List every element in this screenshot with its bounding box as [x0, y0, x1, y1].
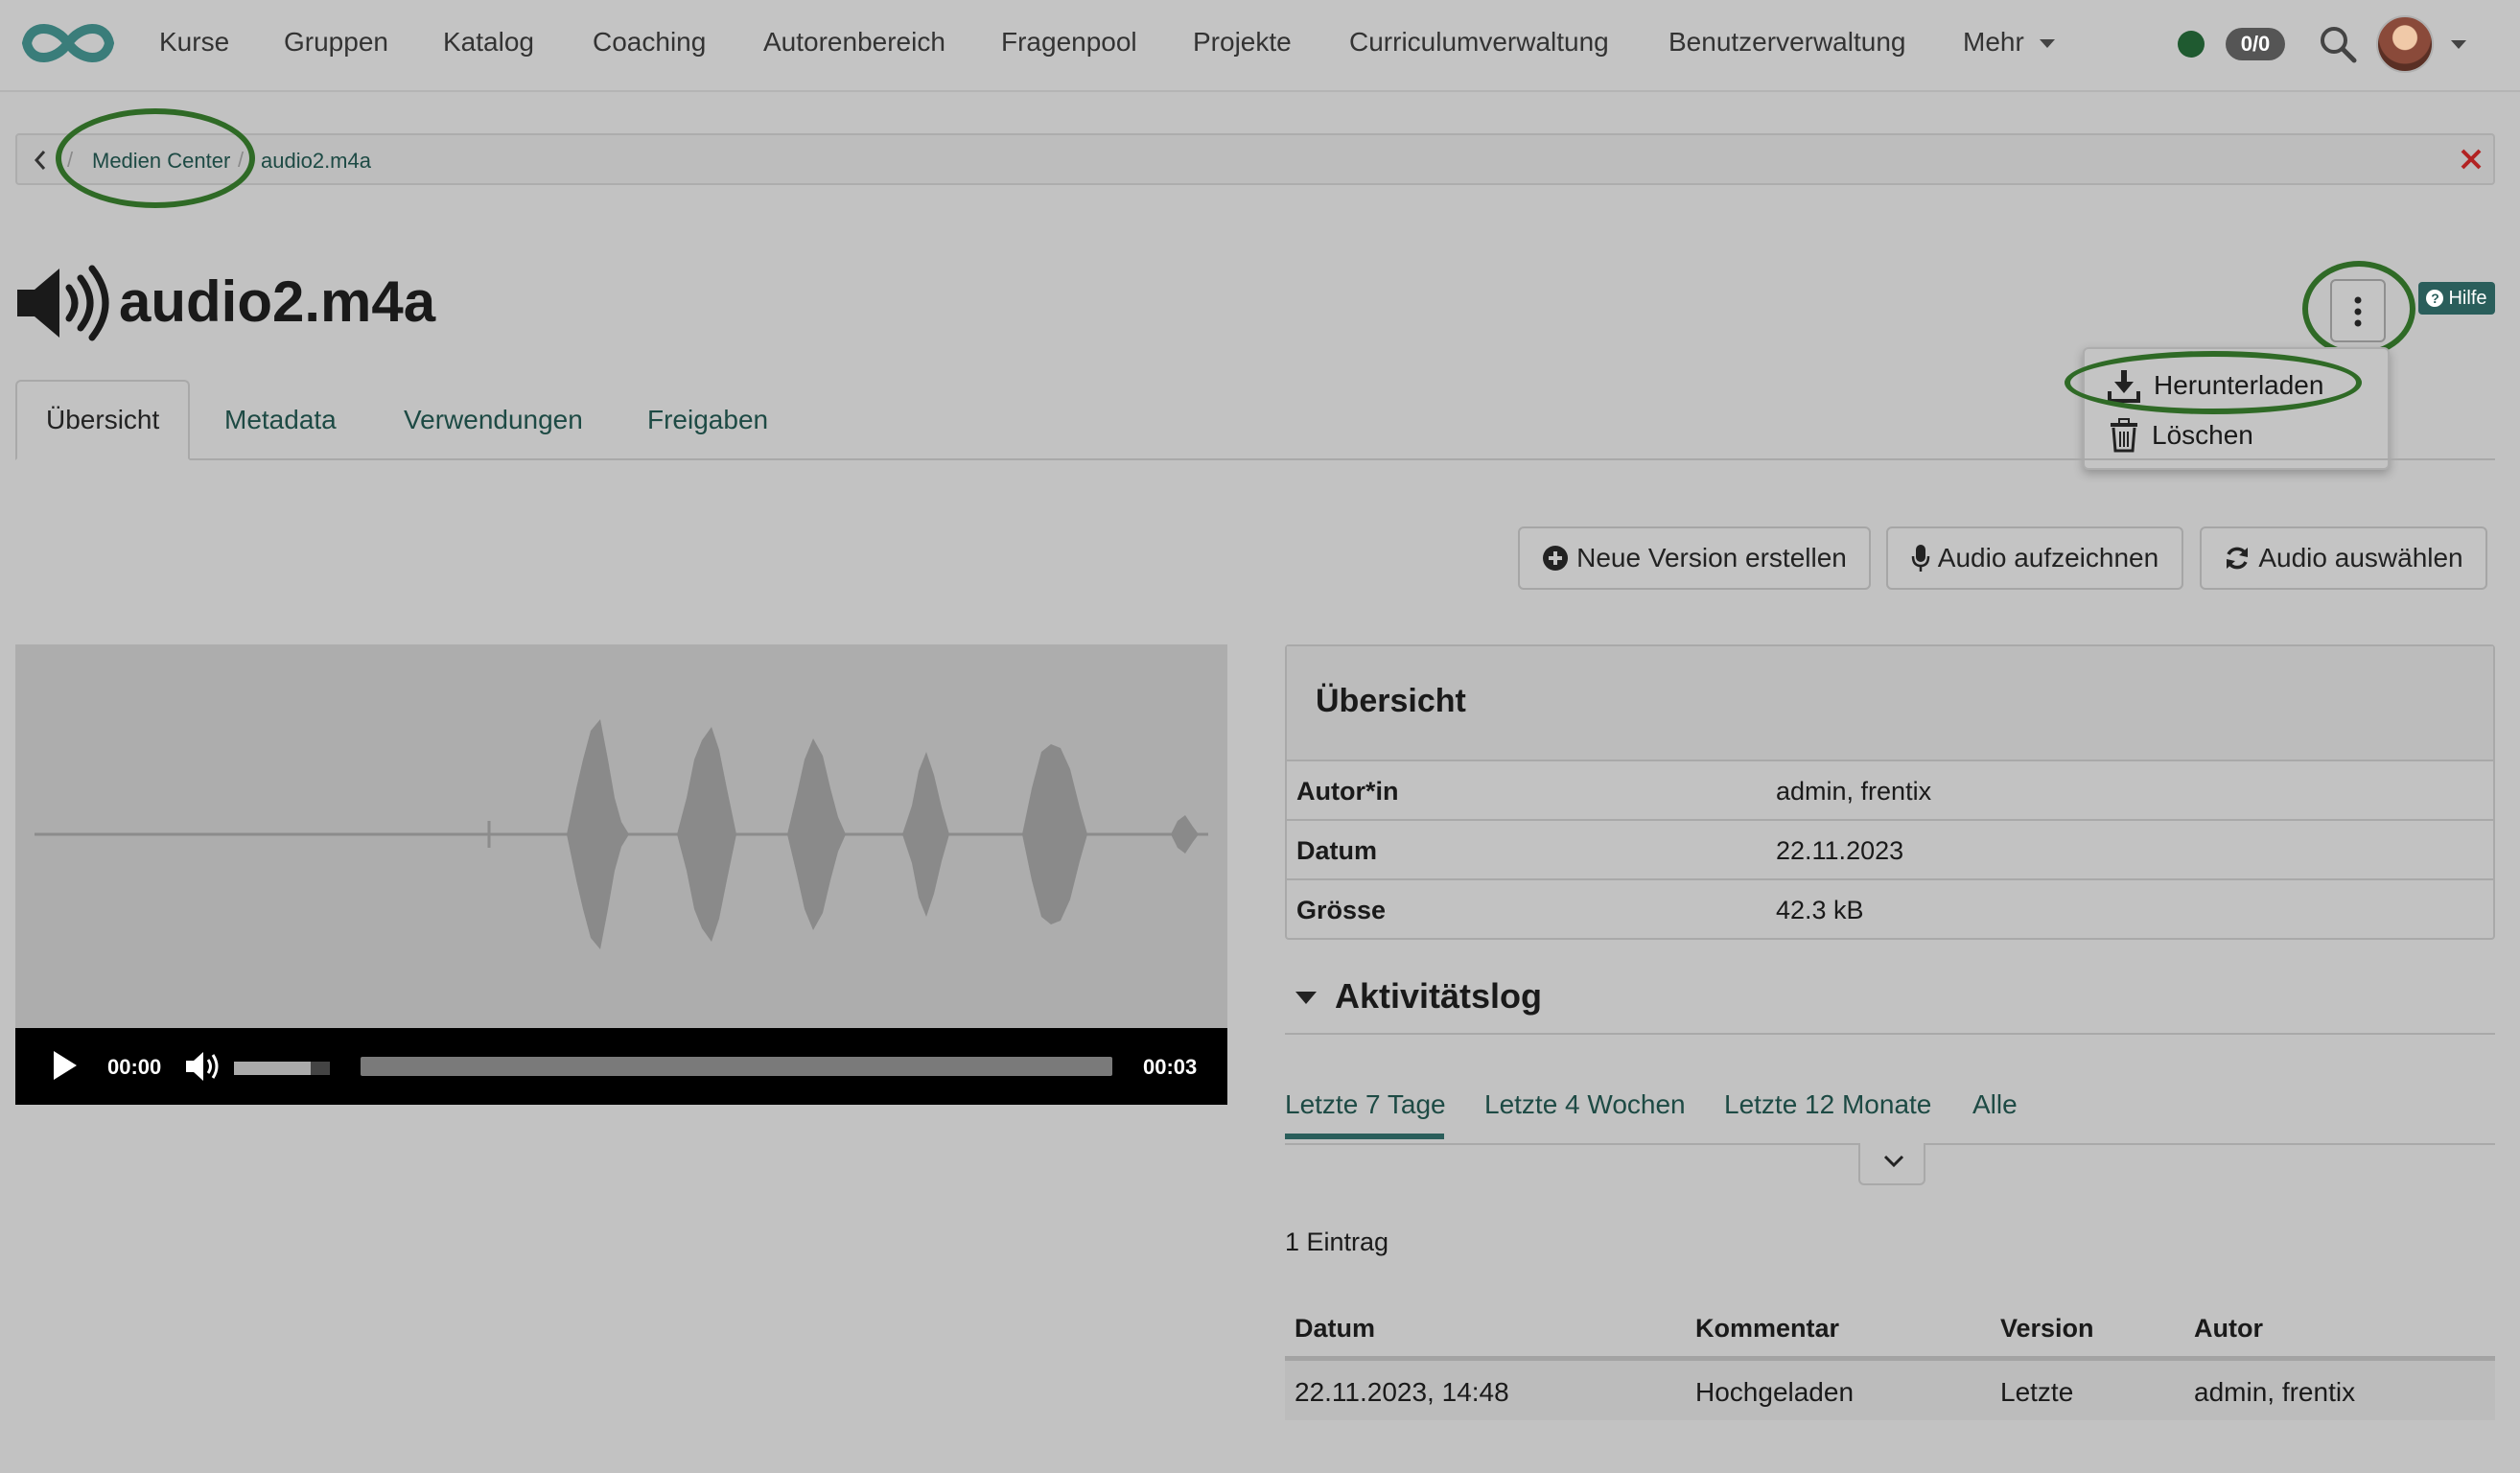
trash-icon — [2111, 418, 2137, 453]
overview-label: Datum — [1296, 836, 1378, 865]
table-cell-comment: Hochgeladen — [1695, 1377, 1855, 1407]
avatar[interactable] — [2376, 15, 2434, 73]
help-button[interactable]: ? Hilfe — [2418, 282, 2495, 315]
nav-item-curriculumverwaltung[interactable]: Curriculumverwaltung — [1349, 27, 1609, 58]
nav-item-benutzerverwaltung[interactable]: Benutzerverwaltung — [1668, 27, 1905, 58]
overview-value: admin, frentix — [1776, 777, 1932, 806]
record-audio-label: Audio aufzeichnen — [1937, 543, 2159, 573]
current-time: 00:00 — [107, 1055, 162, 1079]
close-icon[interactable] — [2459, 147, 2484, 172]
activity-log-title[interactable]: Aktivitätslog — [1335, 976, 1542, 1017]
help-label: Hilfe — [2448, 287, 2487, 309]
expand-filters-button[interactable] — [1858, 1143, 1925, 1185]
menu-item-delete[interactable]: Löschen — [2110, 416, 2253, 455]
volume-slider[interactable] — [234, 1062, 330, 1075]
status-badge[interactable]: 0/0 — [2226, 28, 2285, 60]
column-header-comment[interactable]: Kommentar — [1695, 1314, 1839, 1344]
overview-value: 22.11.2023 — [1776, 836, 1904, 865]
nav-item-katalog[interactable]: Katalog — [443, 27, 534, 58]
overview-value: 42.3 kB — [1776, 896, 1864, 924]
overview-row-size: Grösse 42.3 kB — [1285, 878, 2495, 938]
activity-divider — [1285, 1033, 2495, 1035]
chevron-down-icon — [1883, 1155, 1904, 1168]
online-status-icon[interactable] — [2178, 31, 2205, 58]
overview-label: Autor*in — [1296, 777, 1399, 806]
highlight-ring — [56, 108, 255, 208]
refresh-icon — [2227, 547, 2249, 570]
caret-down-icon — [2039, 39, 2055, 49]
page-title: audio2.m4a — [119, 269, 436, 334]
back-chevron-icon[interactable] — [33, 149, 48, 172]
nav-more-label: Mehr — [1963, 27, 2024, 57]
audio-waveform — [15, 644, 1227, 1028]
filter-tab-4-weeks[interactable]: Letzte 4 Wochen — [1484, 1089, 1686, 1120]
tab-uebersicht[interactable]: Übersicht — [46, 405, 159, 435]
new-version-button[interactable]: Neue Version erstellen — [1518, 526, 1871, 590]
volume-icon[interactable] — [184, 1049, 222, 1084]
tab-metadata[interactable]: Metadata — [224, 405, 337, 435]
question-icon: ? — [2426, 290, 2444, 307]
duration: 00:03 — [1143, 1055, 1198, 1079]
volume-slider-fill — [234, 1062, 311, 1075]
nav-item-kurse[interactable]: Kurse — [159, 27, 229, 58]
breadcrumb: / Medien Center / audio2.m4a — [15, 133, 2495, 185]
nav-item-projekte[interactable]: Projekte — [1193, 27, 1292, 58]
avatar-caret-down-icon[interactable] — [2451, 40, 2466, 49]
record-audio-button[interactable]: Audio aufzeichnen — [1886, 526, 2183, 590]
menu-item-delete-label: Löschen — [2152, 420, 2253, 450]
highlight-ring — [2065, 351, 2362, 414]
column-header-date[interactable]: Datum — [1295, 1314, 1375, 1344]
nav-item-autorenbereich[interactable]: Autorenbereich — [763, 27, 945, 58]
select-audio-label: Audio auswählen — [2258, 543, 2463, 573]
nav-item-coaching[interactable]: Coaching — [593, 27, 706, 58]
active-filter-indicator — [1285, 1134, 1444, 1139]
nav-item-gruppen[interactable]: Gruppen — [284, 27, 388, 58]
filter-tab-7-days[interactable]: Letzte 7 Tage — [1285, 1089, 1446, 1120]
overview-row-date: Datum 22.11.2023 — [1285, 819, 2495, 878]
nav-item-mehr[interactable]: Mehr — [1963, 27, 2055, 58]
column-header-author[interactable]: Autor — [2194, 1314, 2263, 1344]
filter-tab-all[interactable]: Alle — [1972, 1089, 2018, 1120]
overview-label: Grösse — [1296, 896, 1387, 924]
audio-file-icon — [17, 265, 109, 341]
plus-circle-icon — [1543, 546, 1569, 571]
new-version-label: Neue Version erstellen — [1576, 543, 1847, 573]
breadcrumb-current: audio2.m4a — [261, 149, 371, 173]
top-navigation: Kurse Gruppen Katalog Coaching Autorenbe… — [0, 0, 2520, 92]
table-cell-author: admin, frentix — [2194, 1377, 2356, 1407]
tabs-divider — [15, 458, 2495, 460]
progress-bar[interactable] — [361, 1057, 1112, 1076]
overview-title: Übersicht — [1316, 683, 1466, 719]
audio-controls: 00:00 00:03 — [15, 1028, 1227, 1105]
table-cell-version: Letzte — [2000, 1377, 2074, 1407]
logo-icon[interactable] — [17, 17, 119, 69]
overview-panel-header — [1287, 646, 2493, 760]
select-audio-button[interactable]: Audio auswählen — [2200, 526, 2487, 590]
microphone-icon — [1911, 545, 1930, 572]
nav-item-fragenpool[interactable]: Fragenpool — [1001, 27, 1137, 58]
filter-tab-12-months[interactable]: Letzte 12 Monate — [1724, 1089, 1931, 1120]
column-header-version[interactable]: Version — [2000, 1314, 2094, 1344]
tab-freigaben[interactable]: Freigaben — [647, 405, 768, 435]
overview-row-author: Autor*in admin, frentix — [1285, 760, 2495, 819]
collapse-caret-icon[interactable] — [1295, 992, 1317, 1004]
entry-count: 1 Eintrag — [1285, 1228, 1389, 1256]
search-icon[interactable] — [2319, 25, 2357, 63]
waveform-graphic — [35, 719, 1208, 949]
table-cell-date: 22.11.2023, 14:48 — [1295, 1377, 1509, 1407]
highlight-ring — [2302, 261, 2415, 357]
play-icon[interactable] — [52, 1049, 79, 1082]
tab-verwendungen[interactable]: Verwendungen — [404, 405, 583, 435]
